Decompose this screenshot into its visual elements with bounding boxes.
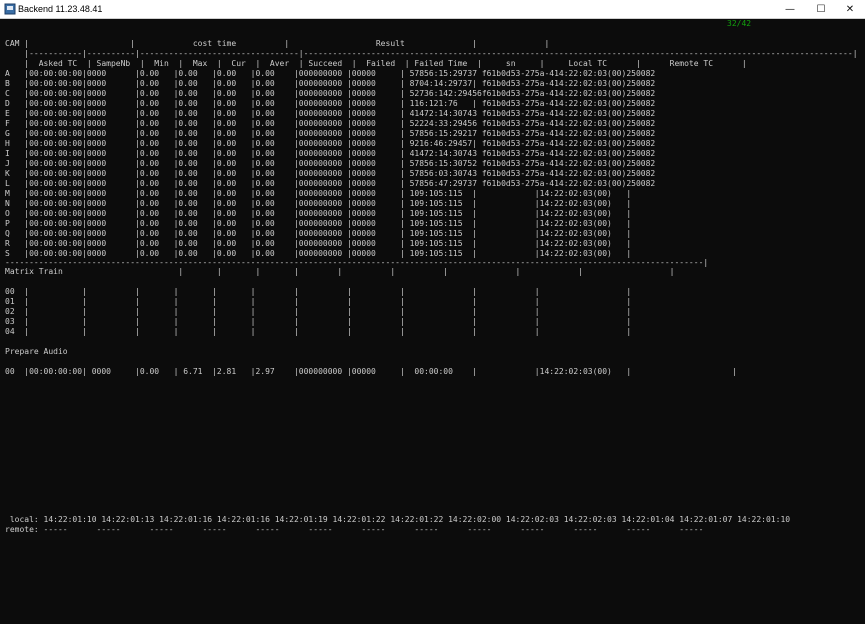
matrix-row: 03 | | | | | | | | | | | | <box>5 317 632 326</box>
table-row: B |00:00:00:00|0000 |0.00 |0.00 |0.00 |0… <box>5 79 656 88</box>
remote-tc-line: remote: ----- ----- ----- ----- ----- --… <box>5 525 704 534</box>
close-button[interactable]: ✕ <box>835 0 865 18</box>
matrix-row: 01 | | | | | | | | | | | | <box>5 297 632 306</box>
maximize-button[interactable]: ☐ <box>806 0 836 18</box>
table-row: J |00:00:00:00|0000 |0.00 |0.00 |0.00 |0… <box>5 159 656 168</box>
table-row: F |00:00:00:00|0000 |0.00 |0.00 |0.00 |0… <box>5 119 656 128</box>
title-bar[interactable]: Backend 11.23.48.41 — ☐ ✕ <box>0 0 865 19</box>
window-title: Backend 11.23.48.41 <box>18 4 103 14</box>
table-row: M |00:00:00:00|0000 |0.00 |0.00 |0.00 |0… <box>5 189 632 198</box>
table-row: G |00:00:00:00|0000 |0.00 |0.00 |0.00 |0… <box>5 129 656 138</box>
matrix-row: 04 | | | | | | | | | | | | <box>5 327 632 336</box>
matrix-row: 00 | | | | | | | | | | | | <box>5 287 632 296</box>
prepare-audio-header: Prepare Audio <box>5 347 68 356</box>
table-row: H |00:00:00:00|0000 |0.00 |0.00 |0.00 |0… <box>5 139 656 148</box>
column-header-line: | Asked TC | SampeNb | Min | Max | Cur |… <box>5 59 747 68</box>
matrix-row: 02 | | | | | | | | | | | | <box>5 307 632 316</box>
minimize-button[interactable]: — <box>775 0 805 18</box>
table-row: A |00:00:00:00|0000 |0.00 |0.00 |0.00 |0… <box>5 69 656 78</box>
app-icon <box>4 3 16 15</box>
table-row: N |00:00:00:00|0000 |0.00 |0.00 |0.00 |0… <box>5 199 632 208</box>
table-row: K |00:00:00:00|0000 |0.00 |0.00 |0.00 |0… <box>5 169 656 178</box>
progress-counter: 32/42 <box>727 19 752 28</box>
table-row: I |00:00:00:00|0000 |0.00 |0.00 |0.00 |0… <box>5 149 656 158</box>
table-row: R |00:00:00:00|0000 |0.00 |0.00 |0.00 |0… <box>5 239 632 248</box>
table-row: Q |00:00:00:00|0000 |0.00 |0.00 |0.00 |0… <box>5 229 632 238</box>
cam-header-line: CAM | | cost time | Result | | <box>5 39 550 48</box>
table-row: D |00:00:00:00|0000 |0.00 |0.00 |0.00 |0… <box>5 99 656 108</box>
table-row: L |00:00:00:00|0000 |0.00 |0.00 |0.00 |0… <box>5 179 656 188</box>
header-divider: |-----------|----------|----------------… <box>5 49 858 58</box>
table-row: P |00:00:00:00|0000 |0.00 |0.00 |0.00 |0… <box>5 219 632 228</box>
audio-row: 00 |00:00:00:00| 0000 |0.00 | 6.71 |2.81… <box>5 367 738 376</box>
matrix-train-header: Matrix Train | | | | | | | | | | <box>5 267 675 276</box>
table-row: C |00:00:00:00|0000 |0.00 |0.00 |0.00 |0… <box>5 89 656 98</box>
table-row: O |00:00:00:00|0000 |0.00 |0.00 |0.00 |0… <box>5 209 632 218</box>
table-row: E |00:00:00:00|0000 |0.00 |0.00 |0.00 |0… <box>5 109 656 118</box>
local-tc-line: local: 14:22:01:10 14:22:01:13 14:22:01:… <box>5 515 791 524</box>
